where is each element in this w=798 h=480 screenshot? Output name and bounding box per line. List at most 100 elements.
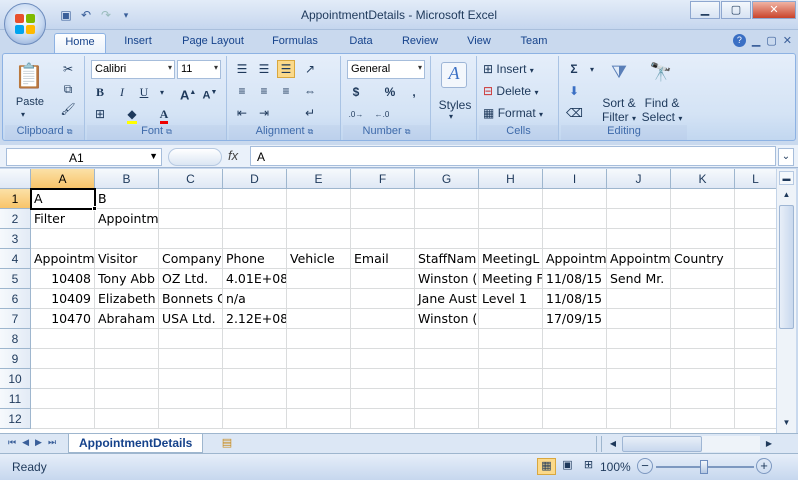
- row-header-12[interactable]: 12: [0, 409, 31, 429]
- cell-e7[interactable]: [287, 309, 351, 329]
- cell-l3[interactable]: [735, 229, 776, 249]
- cell-f10[interactable]: [351, 369, 415, 389]
- percent-button[interactable]: %: [381, 83, 399, 101]
- format-painter-icon[interactable]: 🖌: [59, 100, 77, 118]
- cell-d8[interactable]: [223, 329, 287, 349]
- row-header-10[interactable]: 10: [0, 369, 31, 389]
- cell-i9[interactable]: [543, 349, 607, 369]
- cell-e2[interactable]: [287, 209, 351, 229]
- increase-indent-icon[interactable]: ⇥: [255, 104, 273, 122]
- fill-handle[interactable]: [92, 206, 97, 211]
- cell-h12[interactable]: [479, 409, 543, 429]
- row-header-2[interactable]: 2: [0, 209, 31, 229]
- number-format-combo[interactable]: General ▾: [347, 60, 425, 79]
- styles-button[interactable]: Styles: [435, 98, 475, 112]
- cell-d4[interactable]: Phone: [223, 249, 287, 269]
- cell-c8[interactable]: [159, 329, 223, 349]
- cell-i2[interactable]: [543, 209, 607, 229]
- cell-a3[interactable]: [31, 229, 95, 249]
- cell-k1[interactable]: [671, 189, 735, 209]
- cell-b4[interactable]: Visitor: [95, 249, 159, 269]
- cell-f12[interactable]: [351, 409, 415, 429]
- font-color-icon[interactable]: A: [155, 105, 173, 124]
- paste-icon[interactable]: 📋: [13, 62, 45, 92]
- cell-l7[interactable]: [735, 309, 776, 329]
- cell-d5[interactable]: 4.01E+08: [223, 269, 287, 289]
- cell-h4[interactable]: MeetingL: [479, 249, 543, 269]
- cell-h2[interactable]: [479, 209, 543, 229]
- cell-b11[interactable]: [95, 389, 159, 409]
- cell-e6[interactable]: [287, 289, 351, 309]
- cell-b2[interactable]: Appointm: [95, 209, 159, 229]
- ribbon-restore-icon[interactable]: ▢: [766, 34, 776, 47]
- cell-f3[interactable]: [351, 229, 415, 249]
- row-header-9[interactable]: 9: [0, 349, 31, 369]
- cell-c10[interactable]: [159, 369, 223, 389]
- cell-l5[interactable]: [735, 269, 776, 289]
- find-select-button[interactable]: Find & Select ▾: [639, 96, 685, 124]
- merge-center-icon[interactable]: ⇔: [301, 82, 319, 100]
- cell-a1[interactable]: A: [31, 189, 95, 209]
- cell-i12[interactable]: [543, 409, 607, 429]
- cell-d6[interactable]: n/a: [223, 289, 287, 309]
- cell-g5[interactable]: Winston (: [415, 269, 479, 289]
- column-header-e[interactable]: E: [287, 169, 351, 189]
- cell-f1[interactable]: [351, 189, 415, 209]
- cell-c6[interactable]: Bonnets C: [159, 289, 223, 309]
- bold-button[interactable]: B: [91, 83, 109, 101]
- cell-i7[interactable]: 17/09/15: [543, 309, 607, 329]
- first-sheet-icon[interactable]: ⏮: [8, 437, 22, 447]
- cell-a7[interactable]: 10470: [31, 309, 95, 329]
- cell-i5[interactable]: 11/08/15: [543, 269, 607, 289]
- cell-c7[interactable]: USA Ltd.: [159, 309, 223, 329]
- cut-icon[interactable]: ✂: [59, 60, 77, 78]
- align-middle-icon[interactable]: ☰: [255, 60, 273, 78]
- cell-j8[interactable]: [607, 329, 671, 349]
- find-select-icon[interactable]: 🔭: [643, 62, 679, 86]
- help-icon[interactable]: ?: [732, 34, 746, 47]
- cell-j11[interactable]: [607, 389, 671, 409]
- fill-color-icon[interactable]: ◆: [123, 105, 141, 124]
- tab-formulas[interactable]: Formulas: [262, 33, 328, 53]
- cell-h10[interactable]: [479, 369, 543, 389]
- cell-k3[interactable]: [671, 229, 735, 249]
- cell-f11[interactable]: [351, 389, 415, 409]
- cell-a2[interactable]: Filter: [31, 209, 95, 229]
- cell-j7[interactable]: [607, 309, 671, 329]
- cell-e3[interactable]: [287, 229, 351, 249]
- underline-button[interactable]: U: [135, 83, 153, 101]
- shrink-font-icon[interactable]: A▼: [201, 83, 219, 102]
- format-cells-button[interactable]: ▦ Format ▾: [483, 106, 557, 120]
- autosum-dropdown-icon[interactable]: ▾: [583, 60, 601, 78]
- cell-e5[interactable]: [287, 269, 351, 289]
- copy-icon[interactable]: ⧉: [59, 80, 77, 98]
- cell-h5[interactable]: Meeting F: [479, 269, 543, 289]
- underline-dropdown-icon[interactable]: ▾: [153, 83, 171, 101]
- cell-k4[interactable]: Country: [671, 249, 735, 269]
- cell-h7[interactable]: [479, 309, 543, 329]
- expand-formula-bar-icon[interactable]: ⌄: [778, 148, 794, 166]
- cell-h9[interactable]: [479, 349, 543, 369]
- row-header-6[interactable]: 6: [0, 289, 31, 309]
- cell-b10[interactable]: [95, 369, 159, 389]
- cell-d12[interactable]: [223, 409, 287, 429]
- cell-c2[interactable]: [159, 209, 223, 229]
- cell-j10[interactable]: [607, 369, 671, 389]
- cell-k10[interactable]: [671, 369, 735, 389]
- row-header-8[interactable]: 8: [0, 329, 31, 349]
- vertical-scroll-thumb[interactable]: [779, 205, 794, 329]
- cell-a11[interactable]: [31, 389, 95, 409]
- cell-j12[interactable]: [607, 409, 671, 429]
- cell-h11[interactable]: [479, 389, 543, 409]
- cell-e12[interactable]: [287, 409, 351, 429]
- cell-i10[interactable]: [543, 369, 607, 389]
- worksheet-grid[interactable]: A B C D E F G H I J K L 1 A B 2 Filter Appointm 3 4 Appointm…: [0, 169, 776, 433]
- cell-i8[interactable]: [543, 329, 607, 349]
- row-header-1[interactable]: 1: [0, 189, 31, 209]
- cell-c5[interactable]: OZ Ltd.: [159, 269, 223, 289]
- sort-filter-button[interactable]: Sort & Filter ▾: [597, 96, 641, 124]
- cell-d10[interactable]: [223, 369, 287, 389]
- cell-a4[interactable]: Appointm: [31, 249, 95, 269]
- cell-a10[interactable]: [31, 369, 95, 389]
- wrap-text-icon[interactable]: ↵: [301, 104, 319, 122]
